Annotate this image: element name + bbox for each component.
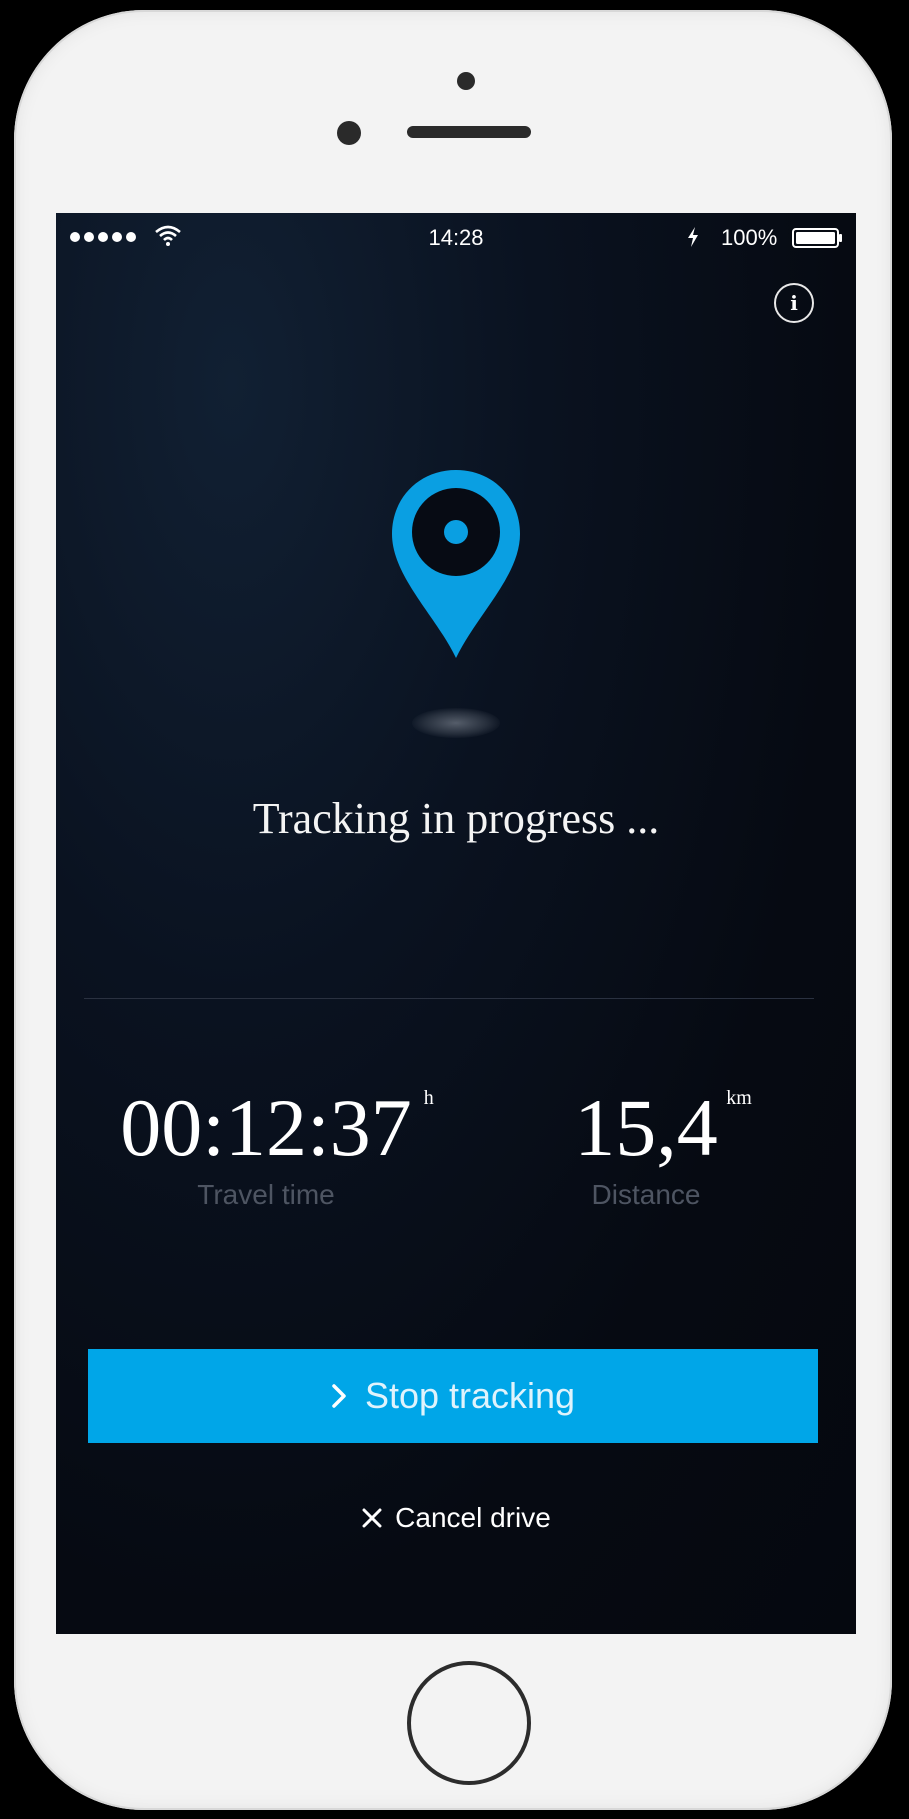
distance-stat: 15,4 km Distance [456,1083,836,1211]
travel-time-value: 00:12:37 [120,1082,412,1173]
location-pin-icon [392,470,520,658]
proximity-sensor [457,72,475,90]
divider [84,998,814,999]
close-icon [362,1508,382,1528]
travel-time-unit: h [423,1087,434,1109]
cancel-drive-button[interactable]: Cancel drive [56,1493,856,1543]
stop-tracking-button[interactable]: Stop tracking [88,1349,818,1443]
earpiece-speaker [407,126,531,138]
distance-unit: km [726,1087,752,1109]
front-camera [337,121,361,145]
distance-value: 15,4 [574,1082,718,1173]
travel-time-stat: 00:12:37 h Travel time [76,1083,456,1211]
battery-percentage: 100% [721,225,778,250]
stop-tracking-label: Stop tracking [364,1375,576,1416]
app-screen: 14:28 100% i Tracking in progress ... 00… [56,213,856,1634]
info-icon[interactable]: i [774,283,814,323]
battery-icon [792,228,842,248]
cancel-drive-label: Cancel drive [395,1502,551,1533]
charging-icon [688,227,698,247]
status-bar: 14:28 100% [56,213,856,263]
chevron-right-icon [332,1384,346,1408]
distance-label: Distance [591,1179,701,1210]
pin-shadow [412,708,500,738]
home-button[interactable] [407,1661,531,1785]
travel-time-label: Travel time [197,1179,335,1210]
tracking-status-text: Tracking in progress ... [252,794,660,843]
